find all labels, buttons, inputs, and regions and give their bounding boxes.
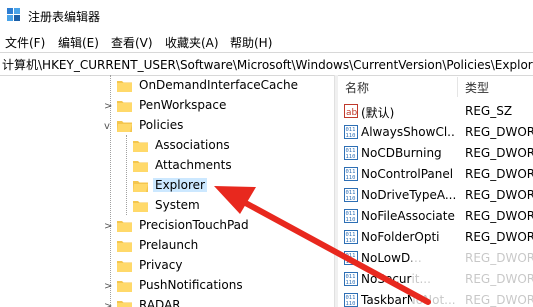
folder-icon bbox=[133, 161, 148, 172]
folder-open-icon bbox=[117, 121, 132, 132]
tree-item-label: Attachments bbox=[155, 158, 232, 172]
tree-item-label: PushNotifications bbox=[139, 278, 243, 292]
svg-text:110: 110 bbox=[346, 154, 356, 160]
value-type: REG_DWOR bbox=[465, 146, 533, 160]
tree-item-label: OnDemandInterfaceCache bbox=[139, 78, 298, 92]
folder-icon bbox=[117, 221, 132, 232]
expander-penworkspace[interactable]: > bbox=[104, 101, 112, 112]
value-type: REG_DWOR bbox=[465, 209, 533, 223]
svg-text:110: 110 bbox=[346, 196, 356, 202]
window-title: 注册表编辑器 bbox=[28, 10, 101, 24]
binary-value-icon: 011110 bbox=[344, 167, 358, 181]
tree-item-label: PrecisionTouchPad bbox=[139, 218, 249, 232]
expander-policies[interactable]: v bbox=[104, 121, 110, 132]
folder-icon bbox=[117, 301, 132, 307]
value-name: NoCDBurning bbox=[361, 146, 442, 160]
value-row[interactable]: 011 110 AlwaysShowCl... REG_DWOR bbox=[337, 122, 533, 143]
tree-item-label: RADAR bbox=[139, 298, 181, 307]
address-path[interactable]: 计算机\HKEY_CURRENT_USER\Software\Microsoft… bbox=[2, 56, 533, 73]
value-type: REG_DWOR bbox=[465, 125, 533, 139]
registry-editor-icon bbox=[7, 8, 20, 21]
svg-text:110: 110 bbox=[346, 133, 356, 139]
binary-value-icon: 011110 bbox=[344, 188, 358, 202]
svg-text:110: 110 bbox=[346, 301, 356, 307]
folder-icon bbox=[117, 241, 132, 252]
value-row[interactable]: 011 110 NoFileAssociate REG_DWOR bbox=[337, 206, 533, 227]
expander-radar[interactable]: > bbox=[104, 301, 112, 307]
value-name: AlwaysShowCl... bbox=[361, 125, 456, 139]
folder-open-icon bbox=[133, 181, 148, 192]
value-row[interactable]: 011 110 NoDriveTypeA... REG_DWOR bbox=[337, 185, 533, 206]
value-row-default[interactable]: ab (默认) REG_SZ bbox=[337, 101, 533, 122]
tree-item-label: PenWorkspace bbox=[139, 98, 227, 112]
tree-item-label: Prelaunch bbox=[139, 238, 199, 252]
menu-edit[interactable]: 编辑(E) bbox=[58, 34, 99, 51]
value-type: REG_SZ bbox=[465, 104, 513, 118]
menu-file[interactable]: 文件(F) bbox=[5, 34, 45, 51]
value-name: NoFileAssociate bbox=[361, 209, 455, 223]
folder-icon bbox=[117, 281, 132, 292]
binary-value-icon: 011110 bbox=[344, 293, 358, 307]
tree-item-label: System bbox=[155, 198, 200, 212]
value-name: NoControlPanel bbox=[361, 167, 454, 181]
menu-view[interactable]: 查看(V) bbox=[111, 34, 153, 51]
binary-value-icon: 011110 bbox=[344, 272, 358, 286]
watermark-patch bbox=[412, 248, 533, 307]
folder-icon bbox=[133, 141, 148, 152]
menu-help[interactable]: 帮助(H) bbox=[230, 34, 272, 51]
expander-pushnotifications[interactable]: > bbox=[104, 281, 112, 292]
string-value-icon: ab bbox=[344, 104, 358, 118]
menu-bar: 文件(F) 编辑(E) 查看(V) 收藏夹(A) 帮助(H) bbox=[0, 31, 533, 52]
svg-text:110: 110 bbox=[346, 217, 356, 223]
expander-precisiontouchpad[interactable]: > bbox=[104, 221, 112, 232]
binary-value-icon: 011110 bbox=[344, 209, 358, 223]
tree-item-label: Privacy bbox=[139, 258, 183, 272]
folder-icon bbox=[133, 201, 148, 212]
title-bar: 注册表编辑器 bbox=[0, 0, 533, 30]
value-row[interactable]: 011 110 NoControlPanel REG_DWOR bbox=[337, 164, 533, 185]
value-type: REG_DWOR bbox=[465, 230, 533, 244]
column-header-type[interactable]: 类型 bbox=[465, 79, 489, 96]
tree-item-label: Associations bbox=[155, 138, 230, 152]
value-type: REG_DWOR bbox=[465, 167, 533, 181]
address-bar[interactable]: 计算机\HKEY_CURRENT_USER\Software\Microsoft… bbox=[0, 52, 533, 76]
value-name: (默认) bbox=[361, 106, 395, 120]
menu-favorites[interactable]: 收藏夹(A) bbox=[165, 34, 219, 51]
svg-text:110: 110 bbox=[346, 280, 356, 286]
key-tree-pane[interactable]: > v > > > OnDemandInterfaceCache PenWork… bbox=[0, 75, 334, 307]
value-type: REG_DWOR bbox=[465, 188, 533, 202]
value-name: NoDriveTypeA... bbox=[361, 188, 456, 202]
column-header-name[interactable]: 名称 bbox=[345, 79, 369, 96]
folder-icon bbox=[117, 261, 132, 272]
value-row[interactable]: 011 110 NoCDBurning REG_DWOR bbox=[337, 143, 533, 164]
svg-text:110: 110 bbox=[346, 259, 356, 265]
folder-icon bbox=[117, 81, 132, 92]
folder-icon bbox=[117, 101, 132, 112]
binary-value-icon: 011110 bbox=[344, 230, 358, 244]
value-row[interactable]: 011 110 NoFolderOpti REG_DWOR bbox=[337, 227, 533, 248]
tree-item-label: Policies bbox=[139, 118, 184, 132]
tree-item-label: Explorer bbox=[153, 178, 207, 192]
svg-text:ab: ab bbox=[346, 108, 358, 118]
svg-text:110: 110 bbox=[346, 175, 356, 181]
binary-value-icon: 011110 bbox=[344, 125, 358, 139]
value-name: NoFolderOpti bbox=[361, 230, 440, 244]
binary-value-icon: 011110 bbox=[344, 251, 358, 265]
binary-value-icon: 011110 bbox=[344, 146, 358, 160]
svg-text:110: 110 bbox=[346, 238, 356, 244]
column-divider[interactable] bbox=[457, 77, 458, 97]
